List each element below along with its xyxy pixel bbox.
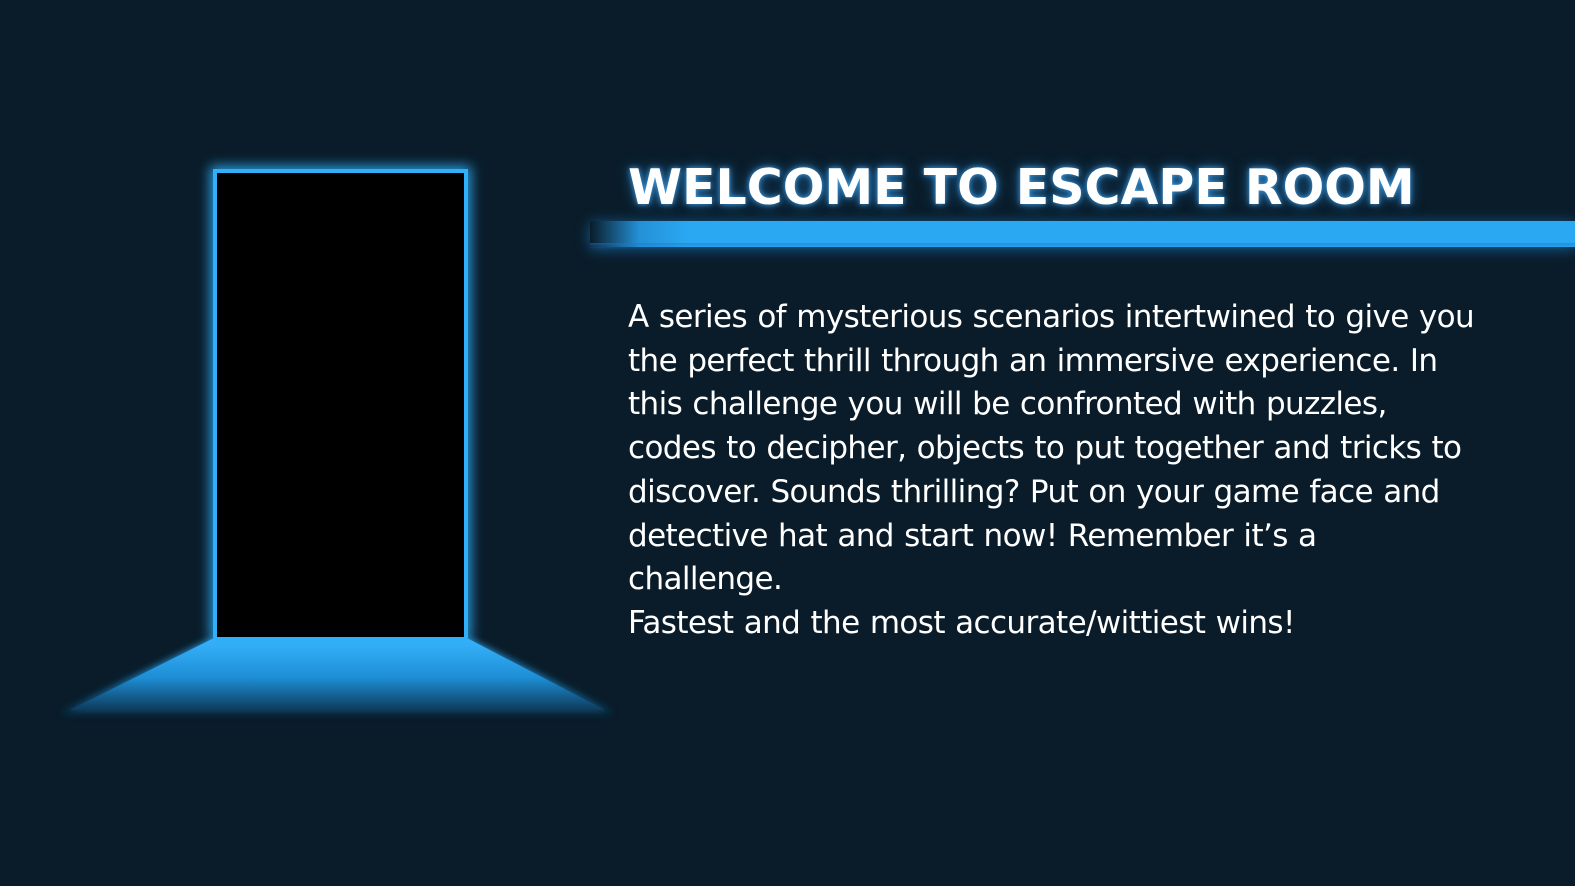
description-line: discover. Sounds thrilling? Put on your … bbox=[628, 473, 1440, 510]
slide: WELCOME TO ESCAPE ROOM A series of myste… bbox=[0, 0, 1575, 886]
glowing-door-icon bbox=[60, 166, 615, 713]
description-line: the perfect thrill through an immersive … bbox=[628, 342, 1438, 379]
description-line: this challenge you will be confronted wi… bbox=[628, 386, 1387, 423]
doorway bbox=[217, 173, 464, 637]
description-line: A series of mysterious scenarios intertw… bbox=[628, 299, 1475, 335]
page-title: WELCOME TO ESCAPE ROOM bbox=[628, 159, 1415, 216]
description-line: challenge. bbox=[628, 561, 783, 598]
title-underline-bar bbox=[590, 221, 1575, 249]
description-line: codes to decipher, objects to put togeth… bbox=[628, 430, 1462, 467]
closing-line: Fastest and the most accurate/wittiest w… bbox=[628, 604, 1295, 641]
description-text: A series of mysterious scenarios intertw… bbox=[628, 296, 1528, 646]
description-line: detective hat and start now! Remember it… bbox=[628, 517, 1317, 554]
